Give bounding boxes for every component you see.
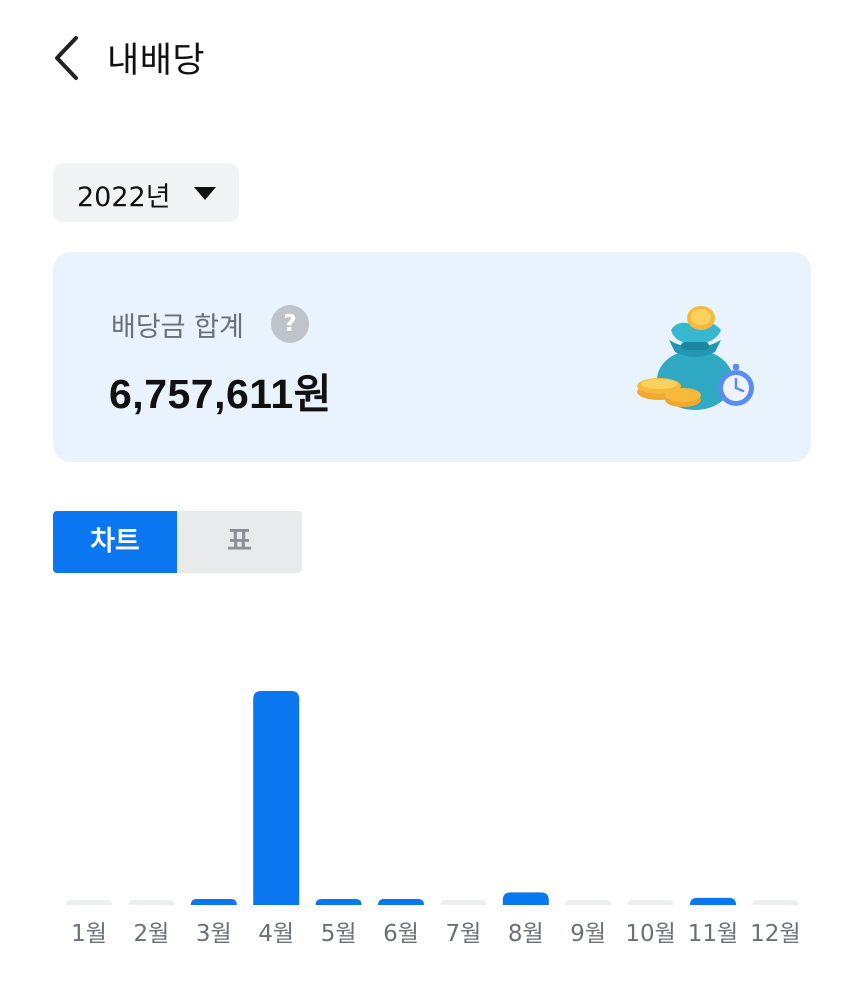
chevron-left-icon [55, 36, 78, 80]
bar-9월[interactable] [565, 900, 612, 905]
header: 내배당 [0, 0, 863, 110]
bar-11월[interactable] [690, 897, 736, 905]
year-dropdown[interactable]: 2022년 [53, 163, 239, 222]
bar-5월[interactable] [315, 899, 362, 905]
bar-1월[interactable] [66, 900, 112, 905]
bar-7월[interactable] [440, 900, 487, 905]
page-title: 내배당 [107, 41, 206, 81]
x-tick-label: 8월 [508, 921, 544, 947]
bar-6월[interactable] [378, 899, 424, 905]
bar-3월[interactable] [190, 899, 237, 905]
monthly-dividend-chart: 1월 2월 3월 4월 5월 6월 7월 8월 9월 10월 11월 12월 [0, 600, 863, 960]
x-tick-label: 6월 [383, 921, 419, 947]
back-button[interactable] [48, 32, 88, 84]
x-tick-label: 3월 [196, 921, 232, 947]
tab-table[interactable]: 표 [177, 511, 302, 573]
year-value: 2022년 [77, 182, 171, 213]
summary-total-value: 6,757,611원 [109, 371, 332, 417]
x-tick-label: 7월 [446, 921, 482, 947]
money-bag-icon [637, 306, 754, 410]
bar-12월[interactable] [752, 900, 799, 905]
bar-8월[interactable] [502, 892, 549, 905]
view-toggle: 차트 표 [53, 511, 302, 573]
bar-chart-svg: 1월 2월 3월 4월 5월 6월 7월 8월 9월 10월 11월 12월 [66, 691, 801, 947]
summary-label: 배당금 합계 [111, 312, 244, 343]
caret-down-icon [194, 187, 216, 200]
x-tick-label: 9월 [570, 921, 606, 947]
x-tick-label: 10월 [625, 921, 675, 947]
x-tick-label: 4월 [258, 921, 294, 947]
x-tick-label: 12월 [750, 921, 800, 947]
bar-4월[interactable] [253, 691, 300, 905]
x-tick-label: 2월 [134, 921, 170, 947]
x-tick-label: 1월 [71, 921, 107, 947]
x-tick-label: 11월 [688, 921, 738, 947]
tab-chart[interactable]: 차트 [53, 511, 177, 573]
bar-10월[interactable] [627, 900, 674, 905]
dividend-summary-card: 배당금 합계 ? 6,757,611원 [53, 252, 811, 462]
x-tick-label: 5월 [321, 921, 357, 947]
bar-2월[interactable] [128, 900, 175, 905]
help-icon[interactable]: ? [271, 305, 309, 343]
